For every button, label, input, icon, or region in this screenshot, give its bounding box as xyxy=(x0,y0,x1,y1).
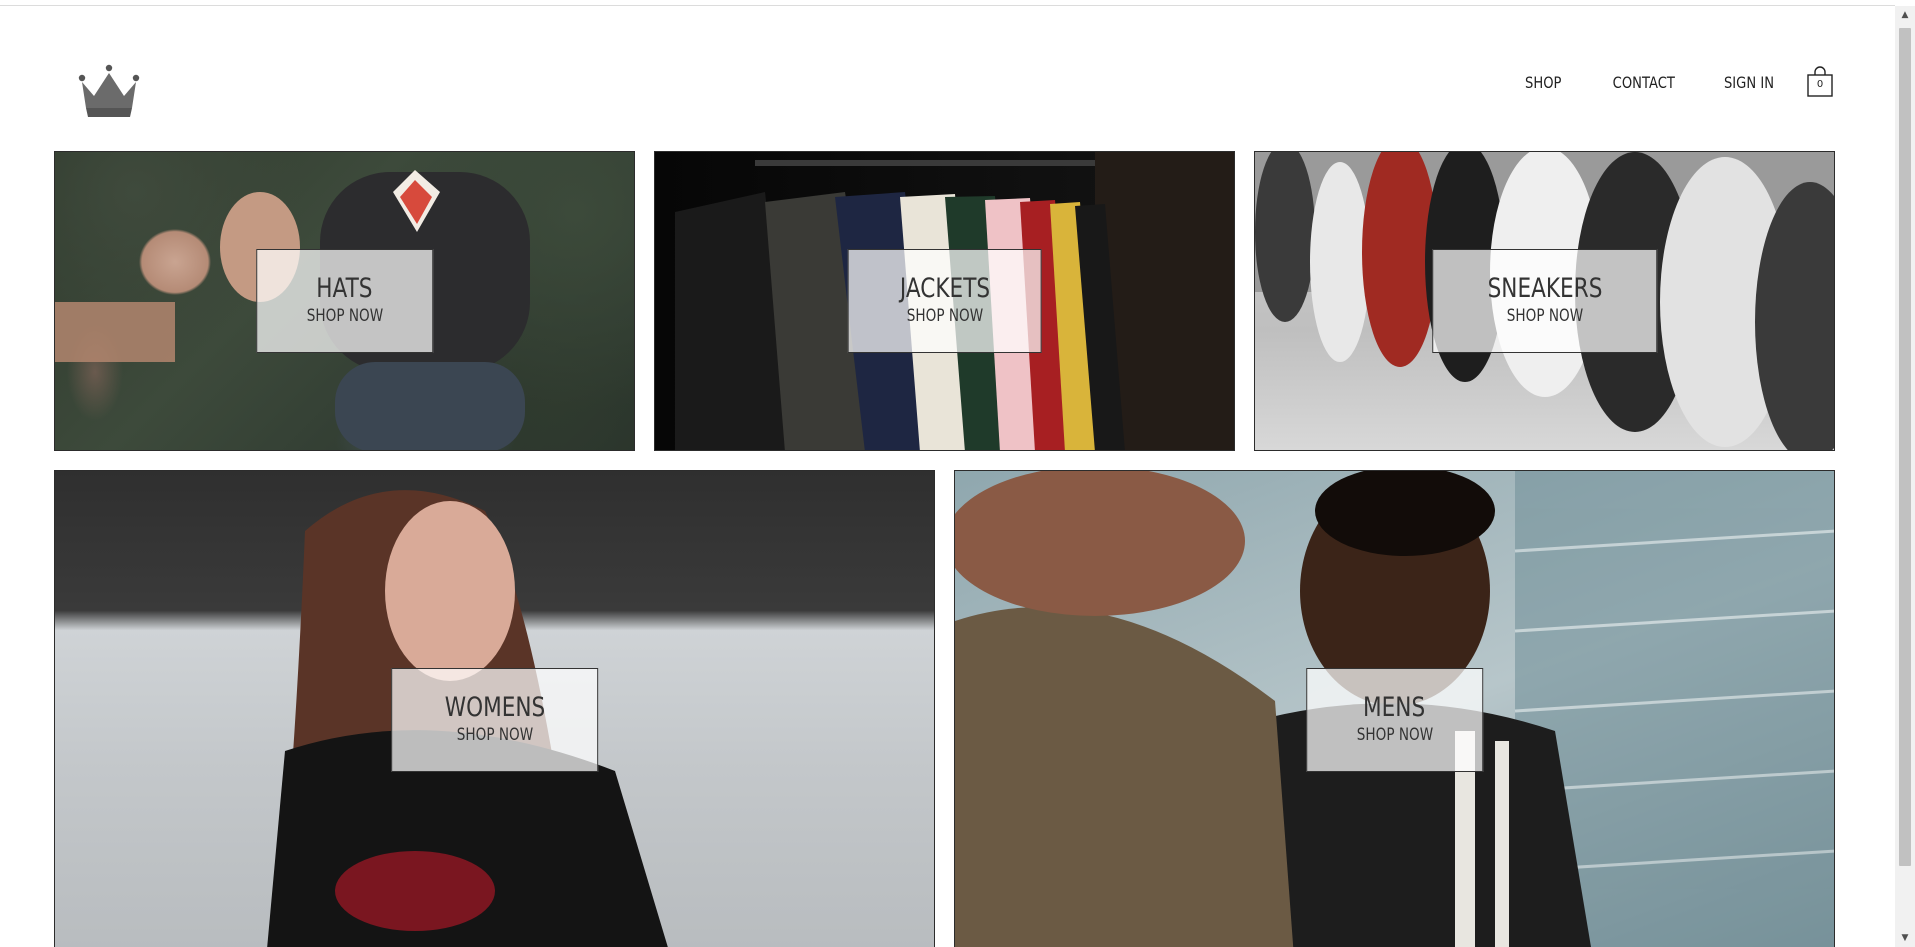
cart-button[interactable]: 0 xyxy=(1806,66,1834,98)
shop-now-link[interactable]: SHOP NOW xyxy=(306,306,382,326)
category-tile-womens[interactable]: WOMENS SHOP NOW xyxy=(54,470,935,947)
category-tile-sneakers[interactable]: SNEAKERS SHOP NOW xyxy=(1254,151,1835,451)
scroll-up-arrow-icon[interactable]: ▲ xyxy=(1895,6,1915,24)
scroll-thumb[interactable] xyxy=(1899,28,1911,866)
category-label: JACKETS SHOP NOW xyxy=(847,249,1042,353)
shop-now-link[interactable]: SHOP NOW xyxy=(444,725,545,745)
category-label: HATS SHOP NOW xyxy=(255,249,434,353)
category-tile-mens[interactable]: MENS SHOP NOW xyxy=(954,470,1835,947)
category-label: WOMENS SHOP NOW xyxy=(390,668,599,772)
category-tile-jackets[interactable]: JACKETS SHOP NOW xyxy=(654,151,1235,451)
cart-count: 0 xyxy=(1816,79,1824,90)
header: SHOP CONTACT SIGN IN 0 xyxy=(54,54,1834,124)
shop-now-link[interactable]: SHOP NOW xyxy=(1487,306,1602,326)
category-title: MENS xyxy=(1363,692,1426,723)
vertical-scrollbar[interactable]: ▲ ▼ xyxy=(1895,6,1915,947)
crown-logo-icon[interactable] xyxy=(74,60,144,120)
category-tile-hats[interactable]: HATS SHOP NOW xyxy=(54,151,635,451)
shop-now-link[interactable]: SHOP NOW xyxy=(899,306,989,326)
category-title: WOMENS xyxy=(444,692,545,723)
scroll-down-arrow-icon[interactable]: ▼ xyxy=(1895,929,1915,947)
shop-now-link[interactable]: SHOP NOW xyxy=(1356,725,1432,745)
category-label: SNEAKERS SHOP NOW xyxy=(1431,249,1658,353)
main-nav: SHOP CONTACT SIGN IN 0 xyxy=(1479,66,1834,98)
category-title: HATS xyxy=(316,273,373,304)
nav-shop-link[interactable]: SHOP xyxy=(1525,73,1561,92)
nav-contact-link[interactable]: CONTACT xyxy=(1613,73,1675,92)
category-label: MENS SHOP NOW xyxy=(1305,668,1484,772)
category-title: JACKETS xyxy=(899,273,990,304)
category-title: SNEAKERS xyxy=(1487,273,1602,304)
page: SHOP CONTACT SIGN IN 0 HATS SHOP NOW JAC… xyxy=(0,6,1895,947)
nav-sign-in-link[interactable]: SIGN IN xyxy=(1724,73,1774,92)
